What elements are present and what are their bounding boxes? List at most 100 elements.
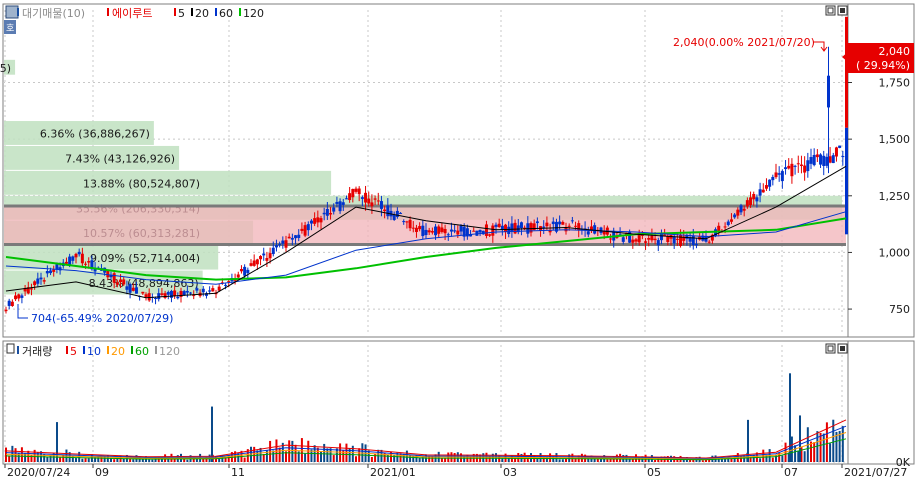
candle-down <box>777 173 781 175</box>
volume-bar <box>771 457 774 462</box>
candle-down <box>822 155 826 166</box>
volume-bar <box>186 459 189 462</box>
volume-bar <box>730 458 733 462</box>
candle-up <box>119 279 123 283</box>
volume-legend-ma-item: 120 <box>159 345 180 358</box>
volume-bar <box>46 456 49 462</box>
time-tick-label: 2021/01 <box>370 466 416 479</box>
price-legend: 대기매물(10) 에이루트 5 20 60 120 <box>5 5 264 20</box>
candle-down <box>733 214 737 218</box>
price-tick-label: 1,250 <box>879 190 911 203</box>
candle-down <box>494 224 498 227</box>
candle-up <box>265 258 269 261</box>
time-tick-label: 05 <box>647 466 661 479</box>
candle-down <box>570 220 574 222</box>
volume-bar <box>628 459 631 462</box>
candle-down <box>784 167 788 170</box>
close-icon-inner <box>840 8 845 13</box>
candle-down <box>507 226 511 234</box>
candle-up <box>545 222 549 227</box>
candle-down <box>841 156 845 158</box>
candle-up <box>443 228 447 234</box>
volume-bar <box>561 459 564 462</box>
price-tick-label: 750 <box>889 303 910 316</box>
volume-bar <box>835 431 838 462</box>
candle-down <box>806 160 810 172</box>
candle-down <box>812 154 816 166</box>
volume-bar <box>724 459 727 462</box>
candle-up <box>472 230 476 232</box>
candle-down <box>166 292 170 295</box>
candle-down <box>449 229 453 232</box>
price-tick-label: 1,500 <box>879 133 911 146</box>
stock-chart-window: 0.47% (2,703,045) 6.36% (36,886,267) 7.43%… <box>0 0 915 479</box>
candle-down <box>246 269 250 274</box>
candle-up <box>115 282 119 285</box>
volume-bar <box>17 452 20 462</box>
candle-up <box>650 235 654 241</box>
volume-bar <box>810 441 812 462</box>
candle-up <box>411 227 415 229</box>
candle-down <box>659 233 663 241</box>
volume-bar <box>558 459 561 462</box>
candle-up <box>427 230 431 233</box>
candle-down <box>306 224 310 231</box>
volume-bar <box>253 446 256 462</box>
x-axis-ticks: 2020/07/24 09 11 2021/01 03 05 07 2021/07/27 <box>4 464 907 479</box>
candle-down <box>459 225 463 232</box>
volume-menu-icon[interactable] <box>6 343 15 354</box>
candle-down <box>154 297 158 299</box>
volume-legend-prefix: 거래량 <box>22 345 52 358</box>
legend-marker-icon <box>215 8 217 16</box>
candle-up <box>112 273 116 283</box>
candle-down <box>535 221 539 224</box>
legend-marker-icon <box>174 8 176 16</box>
volume-legend-ma-item: 20 <box>111 345 125 358</box>
candle-up <box>736 209 740 216</box>
time-tick-label: 03 <box>503 466 517 479</box>
legend-marker-icon <box>131 346 133 354</box>
candle-up <box>373 198 377 200</box>
candle-down <box>780 171 784 182</box>
candle-up <box>14 295 18 300</box>
volume-bar <box>84 458 87 462</box>
candle-down <box>421 225 425 237</box>
legend-ma-item: 5 <box>178 7 185 20</box>
candle-up <box>192 295 196 297</box>
candle-down <box>424 229 428 235</box>
candle-up <box>329 213 333 215</box>
volume-close-icon-inner <box>840 346 845 351</box>
candle-up <box>249 263 253 266</box>
candle-down <box>189 292 193 294</box>
candle-down <box>169 290 173 298</box>
candle-up <box>84 263 88 265</box>
volume-bar <box>841 426 844 462</box>
legend-prefix: 대기매물(10) <box>22 7 85 20</box>
candle-up <box>376 200 380 202</box>
candle-up <box>33 281 37 286</box>
candle-up <box>80 253 84 264</box>
volume-bar <box>370 457 373 462</box>
candle-down <box>185 290 189 293</box>
candle-up <box>131 287 135 291</box>
restore-icon[interactable] <box>825 5 836 16</box>
candle-down <box>694 244 698 246</box>
candle-up <box>745 200 749 207</box>
candle-down <box>542 226 546 228</box>
candle-up <box>653 238 657 241</box>
volume-bar <box>113 459 116 462</box>
volume-bar <box>606 459 609 462</box>
candle-up <box>287 236 291 239</box>
candle-up <box>211 288 215 292</box>
chart-menu-icon[interactable] <box>5 5 19 19</box>
candle-up <box>370 202 374 207</box>
candle-down <box>809 157 813 164</box>
volume-profile-label: 0.47% (2,703,045) <box>0 62 11 75</box>
legend-marker-icon <box>107 8 109 16</box>
volume-bar <box>132 459 135 462</box>
candle-up <box>484 224 488 236</box>
candle-up <box>609 238 613 240</box>
volume-restore-icon[interactable] <box>825 343 836 354</box>
legend-marker-icon <box>239 8 241 16</box>
volume-bar <box>278 447 281 462</box>
